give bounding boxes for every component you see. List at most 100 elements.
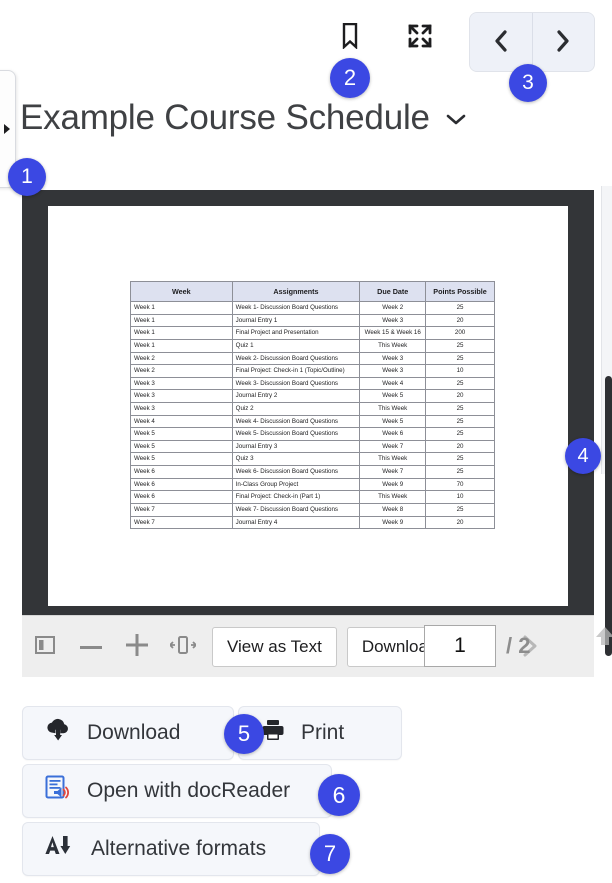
table-cell: This Week (359, 490, 427, 504)
alt-formats-button-label: Alternative formats (91, 837, 267, 860)
table-cell: Week 5 (130, 427, 233, 441)
table-cell: Week 4- Discussion Board Questions (231, 414, 361, 429)
table-row: Week 6 Week 6- Discussion Board Questions… (130, 465, 495, 479)
table-cell: Week 3 (130, 389, 233, 404)
table-row: Week 1 Week 1- Discussion Board Questions… (130, 301, 495, 315)
table-row: Week 1 Journal Entry 1 Week 3 20 (130, 313, 495, 328)
table-cell: Week 7- Discussion Board Questions (231, 502, 361, 517)
table-cell: Week 3- Discussion Board Questions (231, 376, 361, 391)
zoom-out-button[interactable] (68, 616, 114, 678)
table-cell: Week 3 (130, 402, 233, 416)
alternative-formats-button[interactable]: Alternative formats (22, 822, 320, 876)
table-cell: Week 6 (130, 465, 233, 479)
right-scrollbar-track[interactable] (601, 186, 612, 656)
table-cell: Journal Entry 3 (231, 439, 361, 454)
zoom-in-button[interactable] (114, 616, 160, 678)
table-cell: This Week (359, 402, 427, 416)
docreader-button-label: Open with docReader (87, 779, 291, 802)
table-row: Week 1 Final Project and Presentation Week… (130, 326, 495, 340)
table-cell: Week 6 (130, 490, 233, 504)
title-dropdown-button[interactable] (444, 105, 468, 132)
table-cell: Week 7 (130, 502, 233, 517)
table-cell: 25 (425, 338, 495, 353)
table-cell: Week 2 (130, 364, 233, 378)
table-cell: 25 (425, 427, 495, 441)
table-cell: Week 4 (130, 414, 233, 429)
download-button[interactable]: Download (22, 706, 234, 760)
table-row: Week 2 Final Project: Check-in 1 (Topic/O… (130, 364, 495, 378)
table-cell: Final Project: Check-in 1 (Topic/Outline… (231, 364, 361, 378)
page-number-input[interactable] (424, 625, 496, 667)
table-cell: This Week (359, 338, 427, 353)
table-cell: Week 7 (359, 439, 427, 454)
previous-page-button[interactable] (470, 13, 532, 71)
table-row: Week 7 Journal Entry 4 Week 9 20 (130, 515, 495, 530)
table-row: Week 5 Quiz 3 This Week 25 (130, 452, 495, 467)
annotation-badge-2: 2 (330, 58, 370, 98)
table-cell: This Week (359, 452, 427, 467)
table-cell: Week 6 (130, 477, 233, 492)
table-cell: 70 (425, 477, 495, 492)
table-cell: Week 1 (130, 313, 233, 328)
table-cell: Week 5- Discussion Board Questions (231, 427, 361, 441)
chevron-down-icon (444, 111, 468, 132)
table-cell: Week 5 (130, 452, 233, 467)
pdf-sidebar-toggle-button[interactable] (22, 616, 68, 678)
table-cell: Journal Entry 4 (231, 515, 361, 530)
table-cell: 25 (425, 465, 495, 479)
table-row: Week 7 Week 7- Discussion Board Questions… (130, 502, 495, 517)
table-cell: 20 (425, 389, 495, 404)
right-scrollbar-thumb[interactable] (605, 376, 612, 656)
table-cell: Week 2 (359, 301, 427, 315)
table-cell: Week 7 (130, 515, 233, 530)
table-cell: Quiz 1 (231, 338, 361, 353)
annotation-badge-6: 6 (318, 774, 360, 816)
table-cell: 10 (425, 364, 495, 378)
document-title-row: Example Course Schedule (20, 92, 580, 144)
download-caret-icon (593, 625, 612, 653)
table-cell: Week 3 (359, 351, 427, 366)
next-page-button[interactable] (531, 13, 594, 71)
plus-icon (126, 634, 148, 659)
table-cell: Final Project and Presentation (231, 326, 361, 340)
page-total-label: / 2 (506, 627, 612, 659)
fit-width-button[interactable] (160, 616, 206, 678)
table-row: Week 2 Week 2- Discussion Board Questions… (130, 351, 495, 366)
table-cell: Final Project: Check-in (Part 1) (231, 490, 361, 504)
table-row: Week 5 Week 5- Discussion Board Questions… (130, 427, 495, 441)
column-header-assignments: Assignments (231, 280, 361, 303)
page-title: Example Course Schedule (20, 98, 430, 137)
table-row: Week 3 Journal Entry 2 Week 5 20 (130, 389, 495, 404)
course-schedule-table: Week Assignments Due Date Points Possibl… (130, 280, 495, 530)
table-cell: Week 6- Discussion Board Questions (231, 465, 361, 479)
table-cell: Week 5 (359, 389, 427, 404)
table-row: Week 6 In-Class Group Project Week 9 70 (130, 477, 495, 492)
pdf-viewer[interactable]: Week Assignments Due Date Points Possibl… (22, 190, 594, 615)
table-cell: Week 3 (130, 376, 233, 391)
pdf-page: Week Assignments Due Date Points Possibl… (48, 206, 568, 606)
printer-icon (261, 718, 285, 748)
toolbar-next-page-icon[interactable] (520, 634, 540, 664)
table-cell: Week 9 (359, 477, 427, 492)
open-with-docreader-button[interactable]: Open with docReader (22, 764, 332, 818)
chevron-right-icon (3, 123, 12, 135)
table-cell: 25 (425, 502, 495, 517)
annotation-badge-3: 3 (509, 64, 547, 102)
table-cell: Week 2- Discussion Board Questions (231, 351, 361, 366)
table-cell: Week 1 (130, 326, 233, 340)
table-cell: Week 1 (130, 338, 233, 353)
fullscreen-button[interactable] (402, 20, 438, 54)
table-cell: Week 15 & Week 16 (359, 326, 427, 340)
table-cell: 25 (425, 414, 495, 429)
table-cell: Week 3 (359, 313, 427, 328)
page-number-control: / 2 (424, 625, 612, 667)
view-as-text-button[interactable]: View as Text (212, 626, 337, 667)
table-cell: Quiz 3 (231, 452, 361, 467)
bookmark-button[interactable] (334, 20, 366, 54)
bookmark-icon (341, 22, 359, 52)
table-row: Week 3 Quiz 2 This Week 25 (130, 402, 495, 416)
table-cell: Week 5 (359, 414, 427, 429)
table-row: Week 4 Week 4- Discussion Board Questions… (130, 414, 495, 429)
fullscreen-icon (406, 22, 434, 53)
table-cell: In-Class Group Project (231, 477, 361, 492)
